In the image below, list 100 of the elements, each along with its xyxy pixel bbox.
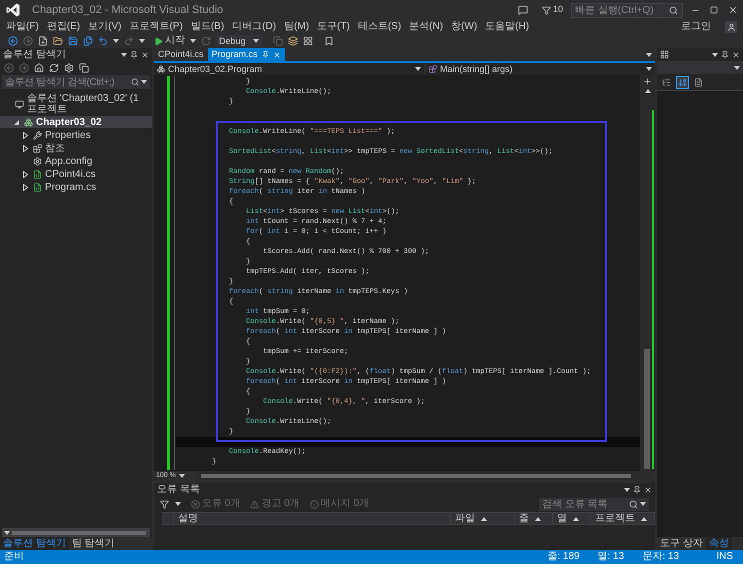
feedback-icon[interactable] — [518, 5, 528, 15]
menu-item[interactable]: 도구(T) — [313, 22, 354, 32]
character-indicator: 문자: 13 — [642, 552, 680, 562]
error-icon — [191, 500, 200, 508]
sync-icon[interactable] — [49, 63, 59, 73]
filter-icon[interactable] — [160, 500, 169, 508]
view-toggle-button[interactable] — [676, 76, 689, 88]
layers-icon[interactable] — [288, 36, 298, 46]
panel-tab[interactable]: 속성 — [706, 537, 732, 550]
undo-icon[interactable] — [98, 36, 108, 46]
menu-item[interactable]: 편집(E) — [42, 22, 84, 32]
pin-icon[interactable] — [130, 50, 138, 58]
expanded-arrow-icon[interactable] — [13, 118, 20, 126]
tree-item[interactable]: Chapter03_02 — [0, 116, 152, 128]
save-icon[interactable] — [68, 36, 78, 46]
project-icon — [24, 118, 33, 126]
menu-item[interactable]: 팀(M) — [280, 22, 314, 32]
column-header[interactable]: 파일 — [451, 513, 515, 524]
tree-item[interactable]: 솔루션 'Chapter03_02' (1 프로젝트 — [0, 93, 152, 115]
new-file-icon[interactable] — [38, 36, 48, 46]
open-folder-icon[interactable] — [53, 36, 63, 46]
search-icon[interactable] — [131, 78, 139, 86]
column-header[interactable]: 열 — [553, 513, 591, 524]
member-dropdown[interactable]: Main(string[] args) — [426, 63, 655, 75]
menu-item[interactable]: 빌드(B) — [186, 22, 228, 32]
bookmark-icon[interactable] — [324, 36, 334, 46]
properties-icon — [660, 50, 669, 59]
back-icon[interactable] — [4, 63, 14, 73]
collapsed-arrow-icon[interactable] — [22, 132, 29, 138]
panel-tab[interactable]: 팀 탐색기 — [68, 537, 118, 550]
search-field[interactable]: 솔루션 탐색기 검색(Ctrl+;) — [2, 75, 150, 89]
close-icon[interactable] — [732, 50, 740, 58]
forward-icon[interactable] — [19, 63, 29, 73]
forward-icon[interactable] — [23, 36, 33, 46]
panel-tab[interactable]: 솔루션 탐색기 — [0, 537, 69, 550]
caret-icon — [139, 39, 145, 43]
redo-icon[interactable] — [124, 36, 134, 46]
home-icon[interactable] — [34, 63, 44, 73]
tree-item[interactable]: App.config — [0, 155, 152, 167]
tree-item[interactable]: 참조 — [0, 142, 152, 154]
filter-icon[interactable] — [542, 6, 551, 14]
collapsed-arrow-icon[interactable] — [22, 144, 29, 152]
close-icon[interactable] — [644, 486, 652, 494]
caret-icon — [712, 52, 718, 56]
column-header[interactable]: 프로젝트 — [591, 513, 655, 524]
configuration-dropdown[interactable]: Debug — [216, 35, 262, 47]
document-tab[interactable]: Program.cs — [208, 48, 285, 61]
caret-icon — [141, 80, 147, 84]
save-all-icon[interactable] — [83, 36, 93, 46]
menu-item[interactable]: 파일(F) — [2, 22, 43, 32]
tree-item[interactable]: CPoint4i.cs — [0, 168, 152, 180]
menu-item[interactable]: 도움말(H) — [481, 22, 534, 32]
collapsed-arrow-icon[interactable] — [22, 170, 29, 178]
type-dropdown[interactable]: Chapter03_02.Program — [154, 63, 424, 75]
menu-item[interactable]: 테스트(S) — [354, 22, 406, 32]
sign-in-link[interactable]: 로그인 — [681, 22, 711, 32]
search-icon[interactable] — [629, 500, 638, 508]
collapsed-arrow-icon[interactable] — [22, 184, 29, 190]
account-button[interactable] — [725, 21, 737, 33]
caret-icon — [415, 67, 421, 71]
split-icon[interactable] — [643, 77, 652, 86]
tree-item[interactable]: Program.cs — [0, 181, 152, 193]
settings-icon[interactable] — [64, 63, 74, 73]
vertical-scrollbar[interactable] — [640, 75, 655, 471]
pin-icon[interactable] — [721, 50, 729, 58]
close-icon[interactable] — [728, 5, 738, 15]
menu-item[interactable]: 보기(V) — [84, 22, 126, 32]
caret-icon — [121, 52, 127, 56]
maximize-icon[interactable] — [710, 6, 718, 14]
grid-icon[interactable] — [303, 36, 313, 46]
panel-tab[interactable]: 도구 상자 — [657, 537, 706, 550]
quick-launch-field[interactable]: 빠른 실행(Ctrl+Q) — [571, 2, 683, 18]
start-button[interactable]: 시작 — [154, 36, 185, 46]
close-icon[interactable] — [141, 50, 149, 58]
horizontal-scrollbar[interactable] — [195, 472, 653, 480]
column-header[interactable]: 줄 — [515, 513, 553, 524]
column-header[interactable]: 설명 — [174, 513, 451, 524]
pin-icon[interactable] — [633, 486, 641, 494]
horizontal-scrollbar[interactable] — [2, 528, 150, 537]
menu-item[interactable]: 디버그(D) — [228, 22, 280, 32]
back-icon[interactable] — [8, 36, 18, 46]
caret-icon — [190, 39, 196, 43]
caret-icon — [734, 66, 740, 70]
search-field[interactable]: 검색 오류 목록 — [539, 498, 649, 510]
close-icon[interactable] — [272, 50, 281, 58]
menu-item[interactable]: 창(W) — [447, 22, 482, 32]
search-icon[interactable] — [669, 6, 678, 14]
tree-item[interactable]: Properties — [0, 129, 152, 141]
sort-az-icon — [678, 78, 687, 86]
view-toggle-button[interactable] — [692, 76, 705, 88]
menu-item[interactable]: 프로젝트(P) — [125, 22, 187, 32]
refresh-icon[interactable] — [201, 36, 211, 46]
class-icon — [157, 65, 165, 73]
copy-icon[interactable] — [79, 63, 89, 73]
scrollbar-thumb[interactable] — [644, 349, 650, 469]
menu-item[interactable]: 분석(N) — [405, 22, 448, 32]
document-tab[interactable]: CPoint4i.cs — [154, 48, 208, 61]
insert-mode-indicator: INS — [716, 552, 733, 562]
caret-icon — [646, 53, 652, 57]
caret-icon — [113, 39, 119, 43]
